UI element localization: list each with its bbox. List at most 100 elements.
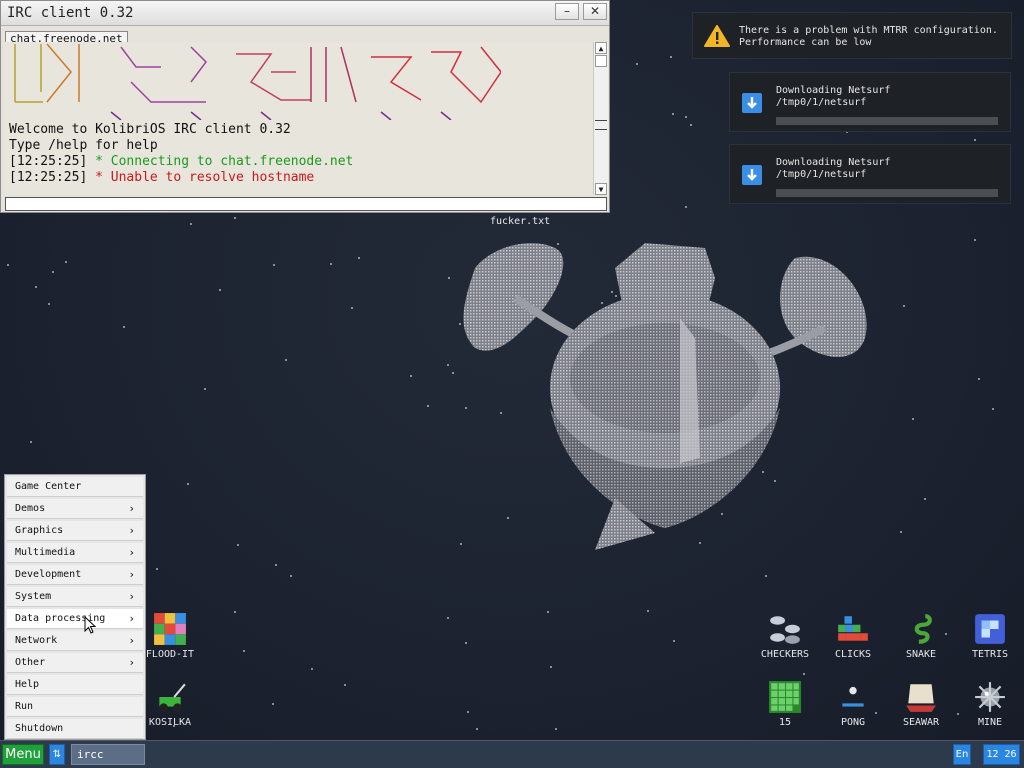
window-switch-button[interactable]: ⇅ xyxy=(49,744,65,765)
language-indicator[interactable]: En xyxy=(953,744,971,765)
star xyxy=(685,116,687,118)
notification-download[interactable]: Downloading Netsurf /tmp0/1/netsurf xyxy=(729,72,1011,132)
desktop-icon-15[interactable]: 15 xyxy=(759,680,811,728)
menu-item-label: Run xyxy=(15,701,34,712)
chat-timestamp: [12:25:25] xyxy=(9,170,88,185)
star xyxy=(448,277,450,279)
scroll-thumb[interactable] xyxy=(595,55,607,67)
star xyxy=(924,498,926,500)
star xyxy=(48,303,50,305)
menu-item-label: Shutdown xyxy=(15,723,64,734)
star xyxy=(311,668,313,670)
kolibrios-ascii-logo xyxy=(11,42,502,121)
taskbar-item-ircc[interactable]: ircc xyxy=(71,744,145,765)
menu-item-graphics[interactable]: Graphics › xyxy=(7,521,143,541)
download-icon xyxy=(742,165,762,185)
scroll-grip[interactable] xyxy=(595,120,607,130)
star xyxy=(204,388,206,390)
notification-path: /tmp0/1/netsurf xyxy=(776,169,867,180)
star xyxy=(447,617,449,619)
star xyxy=(410,375,412,377)
chat-error-text: * Unable to resolve hostname xyxy=(87,170,315,185)
close-button[interactable]: ✕ xyxy=(583,3,607,20)
notification-download[interactable]: Downloading Netsurf /tmp0/1/netsurf xyxy=(729,144,1011,204)
menu-item-label: Other xyxy=(15,657,46,668)
notification-title: Downloading Netsurf xyxy=(776,157,891,168)
menu-item-help[interactable]: Help xyxy=(7,675,143,695)
notification-mtrr-warning[interactable]: There is a problem with MTRR configurati… xyxy=(692,12,1012,59)
desktop-icon-kosilka[interactable]: KOSILKA xyxy=(144,680,196,728)
menu-item-run[interactable]: Run xyxy=(7,697,143,717)
menu-item-development[interactable]: Development › xyxy=(7,565,143,585)
scroll-up-arrow-icon[interactable]: ▲ xyxy=(595,42,607,54)
star xyxy=(974,139,976,141)
snake-icon xyxy=(904,612,938,646)
menu-item-system[interactable]: System › xyxy=(7,587,143,607)
mouse-cursor-icon xyxy=(84,616,96,634)
chat-input[interactable] xyxy=(5,197,607,211)
desktop-icon-snake[interactable]: SNAKE xyxy=(895,612,947,660)
star xyxy=(344,684,346,686)
menu-item-demos[interactable]: Demos › xyxy=(7,499,143,519)
star xyxy=(290,575,292,577)
menu-item-data-processing[interactable]: Data processing › xyxy=(7,609,143,629)
desktop-icon-label: KOSILKA xyxy=(148,717,192,728)
close-icon: ✕ xyxy=(589,4,601,18)
star xyxy=(234,217,236,219)
star xyxy=(550,666,552,668)
fifteen-puzzle-icon xyxy=(768,680,802,714)
notification-line: Performance can be low xyxy=(739,37,872,48)
minimize-button[interactable]: – xyxy=(555,3,579,20)
desktop-icon-seawar[interactable]: SEAWAR xyxy=(895,680,947,728)
chat-scrollbar[interactable]: ▲ ▼ xyxy=(593,42,608,195)
star xyxy=(358,257,360,259)
notification-path: /tmp0/1/netsurf xyxy=(776,97,867,108)
menu-item-shutdown[interactable]: Shutdown xyxy=(7,719,143,739)
desktop-icon-label: FLOOD-IT xyxy=(145,649,195,660)
star xyxy=(685,206,687,208)
desktop-icon-tetris[interactable]: TETRIS xyxy=(964,612,1016,660)
desktop-icon-checkers[interactable]: CHECKERS xyxy=(759,612,811,660)
menu-item-label: Game Center xyxy=(15,481,82,492)
chevron-right-icon: › xyxy=(128,634,135,647)
star xyxy=(957,713,959,715)
desktop-icon-clicks[interactable]: CLICKS xyxy=(827,612,879,660)
switch-arrows-icon: ⇅ xyxy=(52,749,62,760)
lawnmower-icon xyxy=(153,680,187,714)
desktop-icon-mine[interactable]: MINE xyxy=(964,680,1016,728)
menu-item-multimedia[interactable]: Multimedia › xyxy=(7,543,143,563)
star xyxy=(427,405,429,407)
menu-item-game-center[interactable]: Game Center xyxy=(7,477,143,497)
star xyxy=(330,263,332,265)
seawar-icon xyxy=(904,680,938,714)
irc-client-window: IRC client 0.32 – ✕ chat.freenode.net We… xyxy=(0,0,610,213)
desktop-file-label[interactable]: fucker.txt xyxy=(490,216,550,227)
menu-item-other[interactable]: Other › xyxy=(7,653,143,673)
download-icon xyxy=(742,93,762,113)
desktop-icon-pong[interactable]: PONG xyxy=(827,680,879,728)
mine-icon xyxy=(973,680,1007,714)
desktop-icon-label: TETRIS xyxy=(971,649,1009,660)
start-menu: Game Center Demos › Graphics › Multimedia ›… xyxy=(4,474,146,740)
desktop-icon-flood-it[interactable]: FLOOD-IT xyxy=(144,612,196,660)
desktop-icon-label: PONG xyxy=(840,717,866,728)
start-menu-button[interactable]: Menu xyxy=(2,744,44,765)
star xyxy=(156,568,158,570)
taskbar: Menu ⇅ ircc En 12 26 xyxy=(0,740,1024,768)
star xyxy=(272,703,274,705)
menu-item-label: Demos xyxy=(15,503,46,514)
star xyxy=(803,673,805,675)
star xyxy=(673,640,675,642)
menu-item-label: Network xyxy=(15,635,58,646)
star xyxy=(7,264,9,266)
star xyxy=(555,728,557,730)
menu-item-network[interactable]: Network › xyxy=(7,631,143,651)
star xyxy=(234,611,236,613)
star xyxy=(351,307,353,309)
star xyxy=(670,56,672,58)
scroll-down-arrow-icon[interactable]: ▼ xyxy=(595,183,607,195)
menu-item-label: Graphics xyxy=(15,525,64,536)
star xyxy=(273,264,275,266)
clock[interactable]: 12 26 xyxy=(983,744,1020,765)
window-titlebar[interactable]: IRC client 0.32 – ✕ xyxy=(1,1,609,26)
